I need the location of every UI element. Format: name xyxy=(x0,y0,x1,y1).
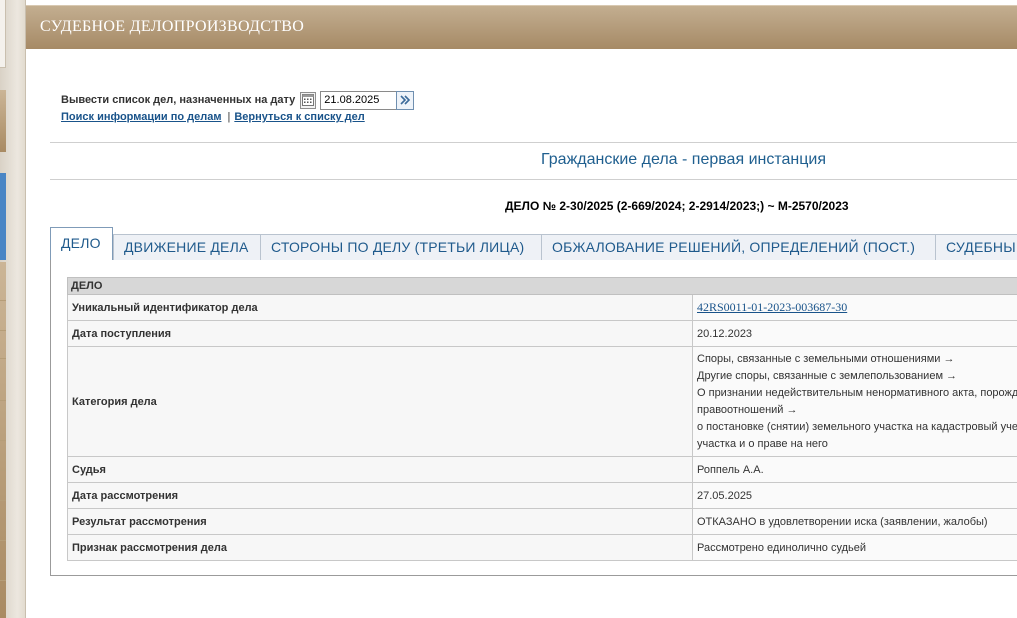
go-arrow-icon[interactable] xyxy=(396,90,415,110)
tab-label: ДЕЛО xyxy=(61,235,101,251)
calendar-icon[interactable] xyxy=(300,91,317,109)
table-row: Уникальный идентификатор дела 42RS0011-0… xyxy=(67,294,1017,321)
row-label: Судья xyxy=(67,456,693,483)
tab-label: ОБЖАЛОВАНИЕ РЕШЕНИЙ, ОПРЕДЕЛЕНИЙ (ПОСТ.) xyxy=(552,239,916,255)
row-label: Результат рассмотрения xyxy=(67,508,693,535)
row-label: Дата рассмотрения xyxy=(67,482,693,509)
tab-appeals[interactable]: ОБЖАЛОВАНИЕ РЕШЕНИЙ, ОПРЕДЕЛЕНИЙ (ПОСТ.) xyxy=(541,234,936,260)
row-label: Дата поступления xyxy=(67,320,693,347)
case-panel: ДЕЛО Уникальный идентификатор дела 42RS0… xyxy=(50,260,1017,576)
back-to-list-link[interactable]: Вернуться к списку дел xyxy=(234,111,364,123)
category-line: О признании недействительным ненормативн… xyxy=(697,386,1017,399)
row-value: 20.12.2023 xyxy=(692,320,1017,347)
row-value: 27.05.2025 xyxy=(692,482,1017,509)
table-head-row: ДЕЛО xyxy=(67,277,1017,295)
row-value: Роппель А.А. xyxy=(692,456,1017,483)
category-line: правоотношений → xyxy=(697,403,798,416)
row-label: Категория дела xyxy=(67,346,693,457)
table-row: Дата поступления 20.12.2023 xyxy=(67,320,1017,347)
table-heading: ДЕЛО xyxy=(67,277,1017,295)
row-value: Рассмотрено единолично судьей xyxy=(692,534,1017,561)
row-label: Уникальный идентификатор дела xyxy=(67,294,693,321)
sidebar-divider xyxy=(0,300,6,301)
sidebar-divider xyxy=(0,540,6,541)
section-title: Гражданские дела - первая инстанция xyxy=(541,151,826,168)
sidebar-divider xyxy=(0,500,6,501)
page-title: СУДЕБНОЕ ДЕЛОПРОИЗВОДСТВО xyxy=(40,18,305,35)
sidebar-divider xyxy=(0,440,6,441)
date-filter: Вывести список дел, назначенных на дату xyxy=(61,90,415,110)
table-row: Категория дела Споры, связанные с земель… xyxy=(67,346,1017,457)
category-line: Другие споры, связанные с землепользован… xyxy=(697,369,958,382)
date-filter-label: Вывести список дел, назначенных на дату xyxy=(61,94,296,106)
table-row: Признак рассмотрения дела Рассмотрено ед… xyxy=(67,534,1017,561)
table-row: Судья Роппель А.А. xyxy=(67,456,1017,483)
row-value: ОТКАЗАНО в удовлетворении иска (заявлени… xyxy=(692,508,1017,535)
page-header: СУДЕБНОЕ ДЕЛОПРОИЗВОДСТВО xyxy=(26,5,1017,49)
row-value: 42RS0011-01-2023-003687-30 xyxy=(692,294,1017,321)
divider xyxy=(50,142,1017,143)
sidebar-tab-active[interactable] xyxy=(0,173,6,260)
category-value: Споры, связанные с земельными отношениям… xyxy=(692,346,1017,457)
tab-label: СТОРОНЫ ПО ДЕЛУ (ТРЕТЬИ ЛИЦА) xyxy=(271,239,525,255)
nav-links: Поиск информации по делам | Вернуться к сп… xyxy=(61,111,365,123)
tab-label: ДВИЖЕНИЕ ДЕЛА xyxy=(124,239,249,255)
case-tabs: ДВИЖЕНИЕ ДЕЛА СТОРОНЫ ПО ДЕЛУ (ТРЕТЬИ ЛИ… xyxy=(50,227,1017,261)
date-input[interactable] xyxy=(320,90,397,110)
sidebar-divider xyxy=(0,470,6,471)
tab-case-movement[interactable]: ДВИЖЕНИЕ ДЕЛА xyxy=(113,234,261,260)
sidebar-divider xyxy=(0,400,6,401)
sidebar-divider xyxy=(0,330,6,331)
tab-case[interactable]: ДЕЛО xyxy=(50,227,113,261)
tab-label: СУДЕБНЫ xyxy=(946,239,1016,255)
category-line: Споры, связанные с земельными отношениям… xyxy=(697,352,955,365)
case-number: ДЕЛО № 2-30/2025 (2-669/2024; 2-2914/202… xyxy=(505,199,849,213)
table-row: Дата рассмотрения 27.05.2025 xyxy=(67,482,1017,509)
row-label: Признак рассмотрения дела xyxy=(67,534,693,561)
category-line: о постановке (снятии) земельного участка… xyxy=(697,420,1017,433)
tab-parties[interactable]: СТОРОНЫ ПО ДЕЛУ (ТРЕТЬИ ЛИЦА) xyxy=(260,234,542,260)
tab-court[interactable]: СУДЕБНЫ xyxy=(935,234,1017,260)
sidebar-divider xyxy=(0,358,6,359)
search-cases-link[interactable]: Поиск информации по делам xyxy=(61,111,221,123)
sidebar-divider xyxy=(0,580,6,581)
sidebar-top-box xyxy=(0,0,6,68)
sidebar-tab[interactable] xyxy=(0,90,6,152)
case-info-table: ДЕЛО Уникальный идентификатор дела 42RS0… xyxy=(67,277,1017,561)
left-sidebar-strip xyxy=(0,0,26,618)
case-uid-link[interactable]: 42RS0011-01-2023-003687-30 xyxy=(697,300,847,314)
divider xyxy=(50,179,1017,180)
table-row: Результат рассмотрения ОТКАЗАНО в удовле… xyxy=(67,508,1017,535)
category-line: участка и о праве на него xyxy=(697,437,828,450)
link-separator: | xyxy=(227,111,231,123)
